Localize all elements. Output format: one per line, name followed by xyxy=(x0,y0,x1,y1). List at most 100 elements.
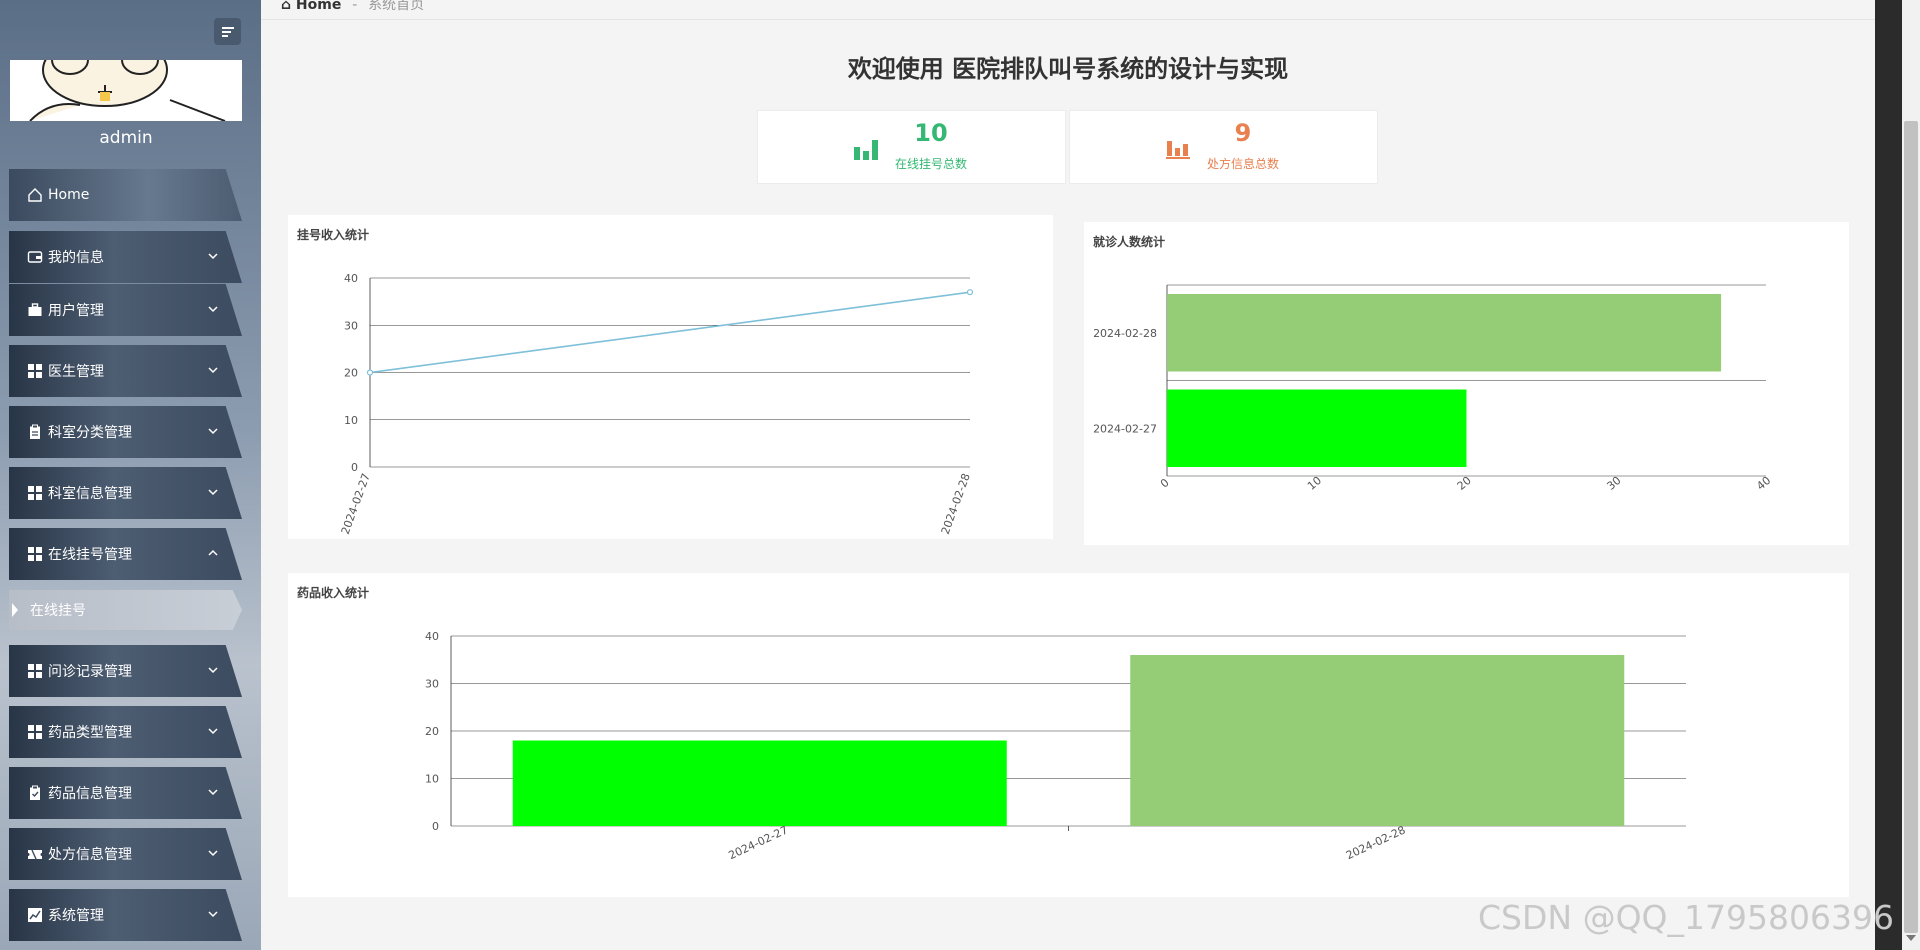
y-tick-label: 30 xyxy=(425,678,439,691)
chevron-down-icon xyxy=(206,785,220,799)
horizontal-bar-chart: 2024-02-28 2024-02-27 0 10 20 30 40 xyxy=(1093,284,1773,493)
stat-value: 9 xyxy=(1234,119,1252,147)
collapse-sidebar-button[interactable] xyxy=(214,18,241,45)
submenu-item-label: 在线挂号 xyxy=(30,603,86,619)
menu-item-department-category[interactable]: 科室分类管理 xyxy=(9,406,242,458)
chevron-down-icon xyxy=(206,249,220,263)
chevron-down-icon xyxy=(206,302,220,316)
briefcase-icon xyxy=(26,302,43,319)
wallet-icon xyxy=(26,249,43,266)
menu-item-label: 药品信息管理 xyxy=(48,786,132,802)
y-tick-label: 10 xyxy=(344,414,358,427)
stat-card-registrations: 10 在线挂号总数 xyxy=(757,110,1066,184)
x-tick-label: 2024-02-28 xyxy=(1344,823,1407,862)
chevron-down-icon xyxy=(206,424,220,438)
menu-item-drug-type[interactable]: 药品类型管理 xyxy=(9,706,242,758)
x-tick-label: 30 xyxy=(1604,474,1623,493)
x-tick-label: 20 xyxy=(1455,474,1474,493)
chevron-down-icon xyxy=(206,485,220,499)
chevron-down-icon xyxy=(206,846,220,860)
x-tick-label: 2024-02-27 xyxy=(339,472,373,537)
menu-item-label: 问诊记录管理 xyxy=(48,664,132,680)
clipboard-icon xyxy=(26,424,43,441)
chart-line-icon xyxy=(26,907,43,924)
menu-item-system-management[interactable]: 系统管理 xyxy=(9,889,242,941)
scrollbar-thumb[interactable] xyxy=(1904,121,1918,933)
y-tick-label: 0 xyxy=(351,461,358,474)
y-tick-label: 30 xyxy=(344,319,358,332)
x-tick-label: 2024-02-27 xyxy=(727,823,790,862)
x-tick-label: 40 xyxy=(1754,474,1773,493)
line-chart: 0 10 20 30 40 2024-02-27 2024-02-28 xyxy=(339,272,974,537)
grid-icon xyxy=(26,546,43,563)
y-tick-label: 40 xyxy=(344,272,358,285)
breadcrumb: ⌂ Home - 系统首页 xyxy=(281,0,424,14)
series-line xyxy=(369,291,971,374)
bar xyxy=(512,740,1007,826)
drug-income-chart-card: 药品收入统计 0 10 20 30 40 2024-02-27 2024-02-28 xyxy=(288,573,1849,897)
menu-item-my-info[interactable]: 我的信息 xyxy=(9,231,242,283)
menu-item-online-registration[interactable]: 在线挂号管理 xyxy=(9,528,242,580)
window-edge xyxy=(1875,0,1902,950)
stat-label: 处方信息总数 xyxy=(1206,157,1279,171)
chevron-down-icon xyxy=(206,663,220,677)
menu-item-label: 用户管理 xyxy=(48,303,104,319)
page-title: 欢迎使用 医院排队叫号系统的设计与实现 xyxy=(847,55,1289,83)
visits-chart-card: 就诊人数统计 2024-02-28 2024-02-27 0 10 20 30 40 xyxy=(1084,222,1849,545)
grid-icon xyxy=(26,724,43,741)
x-tick-label: 2024-02-28 xyxy=(939,472,973,537)
menu-item-label: 在线挂号管理 xyxy=(48,547,132,563)
y-tick-label: 40 xyxy=(425,630,439,643)
x-tick-label: 0 xyxy=(1158,476,1172,490)
bar-chart-icon xyxy=(1166,141,1190,159)
menu-item-department-info[interactable]: 科室信息管理 xyxy=(9,467,242,519)
stat-value: 10 xyxy=(914,119,948,147)
menu-item-prescription-info[interactable]: 处方信息管理 xyxy=(9,828,242,880)
menu-fold-icon xyxy=(221,26,234,37)
home-crumb-icon: ⌂ xyxy=(281,0,292,13)
breadcrumb-current: 系统首页 xyxy=(368,0,425,13)
avatar[interactable] xyxy=(10,60,242,121)
stat-label: 在线挂号总数 xyxy=(894,157,967,171)
y-tick-label: 2024-02-27 xyxy=(1093,422,1157,435)
data-point xyxy=(366,369,374,376)
ticket-icon xyxy=(26,846,43,863)
menu-item-home[interactable]: Home xyxy=(9,169,242,221)
scroll-down-arrow-icon[interactable] xyxy=(1906,935,1916,941)
bar xyxy=(1167,389,1467,467)
y-tick-label: 2024-02-28 xyxy=(1093,327,1157,340)
grid-icon xyxy=(26,663,43,680)
menu-item-consultation-records[interactable]: 问诊记录管理 xyxy=(9,645,242,697)
chevron-up-icon xyxy=(206,546,220,560)
y-tick-label: 20 xyxy=(344,367,358,380)
chevron-down-icon xyxy=(206,363,220,377)
breadcrumb-separator: - xyxy=(352,0,358,13)
bar-chart-icon xyxy=(854,140,878,160)
menu-item-label: 医生管理 xyxy=(48,364,104,380)
x-tick-label: 10 xyxy=(1305,474,1324,493)
menu-item-label: 科室分类管理 xyxy=(48,425,132,441)
grid-icon xyxy=(26,363,43,380)
menu-item-label: 我的信息 xyxy=(48,250,104,266)
registration-income-chart-card: 挂号收入统计 0 10 20 30 40 2024-02-27 2024-02-28 xyxy=(288,215,1053,539)
menu-item-user-management[interactable]: 用户管理 xyxy=(9,284,242,336)
y-tick-label: 10 xyxy=(425,773,439,786)
avatar-image xyxy=(10,60,242,121)
menu-item-label: 处方信息管理 xyxy=(48,847,132,863)
menu-item-label: 系统管理 xyxy=(48,908,104,924)
submenu-item-online-registration[interactable]: 在线挂号 xyxy=(9,590,242,630)
chevron-down-icon xyxy=(206,907,220,921)
stat-card-prescriptions: 9 处方信息总数 xyxy=(1069,110,1378,184)
bar xyxy=(1167,294,1722,372)
bar-chart: 0 10 20 30 40 2024-02-27 2024-02-28 xyxy=(425,630,1686,862)
menu-item-label: Home xyxy=(48,187,90,203)
menu-item-doctor-management[interactable]: 医生管理 xyxy=(9,345,242,397)
home-icon xyxy=(26,187,43,204)
breadcrumb-home[interactable]: Home xyxy=(296,0,341,13)
menu-item-label: 科室信息管理 xyxy=(48,486,132,502)
clipboard-check-icon xyxy=(26,785,43,802)
watermark: CSDN @QQ_1795806396 xyxy=(1478,898,1894,937)
bar xyxy=(1130,655,1625,826)
username: admin xyxy=(99,128,153,148)
menu-item-drug-info[interactable]: 药品信息管理 xyxy=(9,767,242,819)
